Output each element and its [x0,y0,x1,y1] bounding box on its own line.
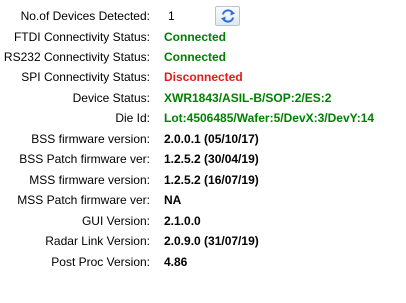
gui-version-row: GUI Version: 2.1.0.0 [0,211,406,232]
gui-version-value: 2.1.0.0 [164,214,201,228]
device-status-value: XWR1843/ASIL-B/SOP:2/ES:2 [164,91,332,105]
die-id-label: Die Id: [115,111,150,125]
die-id-row: Die Id: Lot:4506485/Wafer:5/DevX:3/DevY:… [0,108,406,129]
mss-firmware-value: 1.2.5.2 (16/07/19) [164,173,259,187]
spi-status-value: Disconnected [164,70,243,84]
radar-link-row: Radar Link Version: 2.0.9.0 (31/07/19) [0,231,406,252]
spi-status-row: SPI Connectivity Status: Disconnected [0,67,406,88]
rs232-status-label: RS232 Connectivity Status: [3,50,150,64]
device-status-label: Device Status: [72,91,150,105]
mss-firmware-label: MSS firmware version: [29,173,150,187]
bss-patch-row: BSS Patch firmware ver: 1.2.5.2 (30/04/1… [0,149,406,170]
devices-detected-count: 1 [168,9,175,23]
radar-link-value: 2.0.9.0 (31/07/19) [164,234,259,248]
bss-patch-value: 1.2.5.2 (30/04/19) [164,152,259,166]
devices-detected-label: No.of Devices Detected: [20,9,150,23]
post-proc-label: Post Proc Version: [51,255,150,269]
post-proc-value: 4.86 [164,255,188,269]
rs232-status-row: RS232 Connectivity Status: Connected [0,47,406,68]
spi-status-label: SPI Connectivity Status: [21,70,150,84]
ftdi-status-row: FTDI Connectivity Status: Connected [0,27,406,48]
bss-patch-label: BSS Patch firmware ver: [19,152,150,166]
mss-patch-value: NA [164,193,182,207]
device-status-row: Device Status: XWR1843/ASIL-B/SOP:2/ES:2 [0,88,406,109]
devices-detected-row: No.of Devices Detected: 1 [0,6,406,27]
ftdi-status-label: FTDI Connectivity Status: [13,30,150,44]
ftdi-status-value: Connected [164,30,227,44]
mss-firmware-row: MSS firmware version: 1.2.5.2 (16/07/19) [0,170,406,191]
bss-firmware-value: 2.0.0.1 (05/10/17) [164,132,259,146]
device-status-panel: No.of Devices Detected: 1 FTDI Connectiv… [0,0,406,303]
mss-patch-row: MSS Patch firmware ver: NA [0,190,406,211]
refresh-button[interactable] [215,6,240,26]
mss-patch-label: MSS Patch firmware ver: [17,193,150,207]
bss-firmware-label: BSS firmware version: [31,132,150,146]
radar-link-label: Radar Link Version: [45,234,150,248]
post-proc-row: Post Proc Version: 4.86 [0,252,406,273]
bss-firmware-row: BSS firmware version: 2.0.0.1 (05/10/17) [0,129,406,150]
gui-version-label: GUI Version: [81,214,150,228]
rs232-status-value: Connected [164,50,227,64]
die-id-value: Lot:4506485/Wafer:5/DevX:3/DevY:14 [164,111,375,125]
